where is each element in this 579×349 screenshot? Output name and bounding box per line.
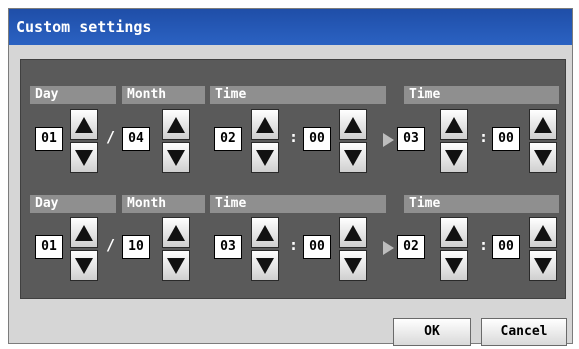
day-value: 01 bbox=[35, 127, 63, 151]
custom-settings-window: Custom settings Day Month Time Time 01 /… bbox=[8, 8, 573, 346]
triangle-up-icon bbox=[256, 224, 274, 241]
end-hour-value: 02 bbox=[397, 235, 425, 259]
start-hour-value: 03 bbox=[214, 235, 242, 259]
time-separator: : bbox=[479, 236, 489, 254]
day-up-button[interactable] bbox=[70, 109, 98, 140]
month-label: Month bbox=[122, 195, 205, 213]
triangle-down-icon bbox=[534, 257, 552, 274]
start-time-label: Time bbox=[210, 86, 386, 104]
window-title: Custom settings bbox=[16, 18, 152, 36]
triangle-up-icon bbox=[167, 224, 185, 241]
month-label: Month bbox=[122, 86, 205, 104]
title-bar: Custom settings bbox=[9, 9, 572, 45]
triangle-up-icon bbox=[75, 224, 93, 241]
month-up-button[interactable] bbox=[162, 109, 190, 140]
time-separator: : bbox=[289, 236, 299, 254]
triangle-down-icon bbox=[344, 257, 362, 274]
triangle-up-icon bbox=[344, 116, 362, 133]
time-separator: : bbox=[289, 128, 299, 146]
date-separator: / bbox=[106, 236, 116, 254]
triangle-down-icon bbox=[534, 149, 552, 166]
triangle-up-icon bbox=[445, 116, 463, 133]
end-hour-down-button[interactable] bbox=[440, 142, 468, 173]
triangle-down-icon bbox=[256, 257, 274, 274]
start-hour-down-button[interactable] bbox=[251, 142, 279, 173]
start-minute-value: 00 bbox=[303, 127, 331, 151]
settings-panel: Day Month Time Time 01 / 04 02 : 00 03 : bbox=[20, 59, 566, 299]
month-down-button[interactable] bbox=[162, 142, 190, 173]
day-label: Day bbox=[30, 195, 116, 213]
start-hour-up-button[interactable] bbox=[251, 217, 279, 248]
month-up-button[interactable] bbox=[162, 217, 190, 248]
month-value: 10 bbox=[122, 235, 150, 259]
triangle-up-icon bbox=[256, 116, 274, 133]
time-separator: : bbox=[479, 128, 489, 146]
start-hour-up-button[interactable] bbox=[251, 109, 279, 140]
start-minute-up-button[interactable] bbox=[339, 217, 367, 248]
end-time-label: Time bbox=[404, 86, 559, 104]
start-minute-up-button[interactable] bbox=[339, 109, 367, 140]
date-separator: / bbox=[106, 128, 116, 146]
triangle-down-icon bbox=[75, 149, 93, 166]
cancel-button[interactable]: Cancel bbox=[481, 318, 567, 346]
end-minute-value: 00 bbox=[492, 235, 520, 259]
start-minute-down-button[interactable] bbox=[339, 250, 367, 281]
month-down-button[interactable] bbox=[162, 250, 190, 281]
end-minute-down-button[interactable] bbox=[529, 250, 557, 281]
triangle-up-icon bbox=[445, 224, 463, 241]
start-minute-down-button[interactable] bbox=[339, 142, 367, 173]
start-minute-value: 00 bbox=[303, 235, 331, 259]
triangle-up-icon bbox=[75, 116, 93, 133]
end-minute-up-button[interactable] bbox=[529, 109, 557, 140]
day-label: Day bbox=[30, 86, 116, 104]
triangle-up-icon bbox=[534, 224, 552, 241]
day-down-button[interactable] bbox=[70, 250, 98, 281]
triangle-down-icon bbox=[445, 257, 463, 274]
triangle-down-icon bbox=[167, 257, 185, 274]
month-value: 04 bbox=[122, 127, 150, 151]
start-hour-down-button[interactable] bbox=[251, 250, 279, 281]
start-hour-value: 02 bbox=[214, 127, 242, 151]
arrow-right-icon bbox=[383, 241, 394, 255]
triangle-up-icon bbox=[534, 116, 552, 133]
arrow-right-icon bbox=[383, 133, 394, 147]
triangle-down-icon bbox=[445, 149, 463, 166]
end-minute-value: 00 bbox=[492, 127, 520, 151]
triangle-down-icon bbox=[75, 257, 93, 274]
triangle-up-icon bbox=[344, 224, 362, 241]
triangle-down-icon bbox=[167, 149, 185, 166]
ok-button[interactable]: OK bbox=[393, 318, 471, 346]
start-time-label: Time bbox=[210, 195, 386, 213]
day-value: 01 bbox=[35, 235, 63, 259]
end-minute-down-button[interactable] bbox=[529, 142, 557, 173]
triangle-down-icon bbox=[256, 149, 274, 166]
triangle-up-icon bbox=[167, 116, 185, 133]
end-time-label: Time bbox=[404, 195, 559, 213]
end-hour-down-button[interactable] bbox=[440, 250, 468, 281]
day-up-button[interactable] bbox=[70, 217, 98, 248]
triangle-down-icon bbox=[344, 149, 362, 166]
end-hour-up-button[interactable] bbox=[440, 109, 468, 140]
day-down-button[interactable] bbox=[70, 142, 98, 173]
end-minute-up-button[interactable] bbox=[529, 217, 557, 248]
end-hour-up-button[interactable] bbox=[440, 217, 468, 248]
end-hour-value: 03 bbox=[397, 127, 425, 151]
